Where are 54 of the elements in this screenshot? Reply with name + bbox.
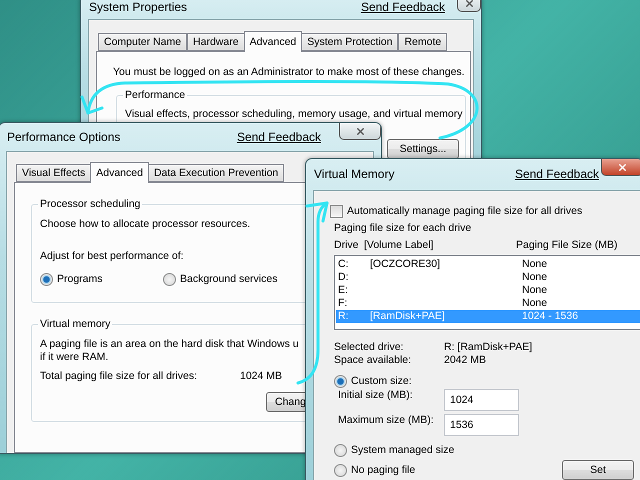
close-button[interactable]	[457, 0, 481, 12]
space-value: 2042 MB	[444, 354, 488, 367]
close-icon	[464, 0, 474, 8]
feedback-link[interactable]: Send Feedback	[360, 0, 445, 14]
list-row[interactable]: F: None	[336, 297, 640, 310]
group-legend: Processor scheduling	[38, 198, 142, 211]
prompt-text: Adjust for best performance of:	[40, 250, 184, 263]
set-button[interactable]: Set	[562, 460, 634, 480]
column-header: [Volume Label]	[364, 239, 434, 252]
description-text: Choose how to allocate processor resources.	[40, 218, 250, 231]
tab[interactable]: Computer Name	[98, 33, 188, 51]
group-legend: Paging file size for each drive	[334, 222, 472, 235]
total-value: 1024 MB	[240, 370, 282, 383]
field-label: Selected drive:	[334, 341, 404, 354]
column-header: Drive	[334, 239, 360, 252]
window-title: Virtual Memory	[314, 168, 396, 181]
input-field[interactable]: 1024	[444, 389, 519, 411]
close-icon	[354, 126, 366, 136]
close-button[interactable]	[339, 123, 381, 140]
list-row[interactable]: E: None	[336, 284, 640, 297]
field-label: Maximum size (MB):	[338, 414, 435, 427]
total-label: Total paging file size for all drives:	[40, 370, 198, 383]
tab[interactable]: Data Execution Prevention	[148, 164, 284, 182]
feedback-link[interactable]: Send Feedback	[514, 168, 599, 181]
tab[interactable]: Advanced	[90, 162, 149, 183]
description-text: A paging file is an area on the hard disk that Windows u	[40, 338, 299, 351]
close-button[interactable]	[601, 159, 640, 176]
field-label: Initial size (MB):	[338, 389, 414, 402]
list-row[interactable]: D: None	[336, 271, 640, 284]
group-legend: Virtual memory	[38, 318, 112, 331]
radio-button[interactable]: No paging file	[334, 464, 416, 476]
radio-button[interactable]: Background services	[163, 273, 278, 286]
input-field[interactable]: 1536	[444, 414, 519, 436]
radio-button[interactable]: Programs	[40, 273, 103, 286]
notice-text: You must be logged on as an Administrator to make most of these changes.	[113, 66, 465, 79]
list-row[interactable]: C: [OCZCORE30] None	[336, 258, 640, 271]
window-title: Performance Options	[7, 130, 122, 144]
tab[interactable]: Hardware	[187, 33, 245, 51]
tab[interactable]: Remote	[398, 33, 448, 51]
radio-button[interactable]: System managed size	[334, 444, 454, 457]
feedback-link[interactable]: Send Feedback	[236, 130, 321, 144]
column-header: Paging File Size (MB)	[516, 239, 619, 252]
description-text: Visual effects, processor scheduling, memory usage, and virtual memory	[125, 108, 463, 121]
tab[interactable]: Visual Effects	[16, 164, 92, 182]
radio-button[interactable]: Custom size:	[334, 375, 412, 388]
selected-drive-value: R: [RamDisk+PAE]	[444, 341, 534, 354]
checkbox[interactable]: Automatically manage paging file size for all drives	[330, 205, 640, 218]
tab[interactable]: System Protection	[301, 33, 398, 51]
field-label: Space available:	[334, 354, 412, 367]
tab[interactable]: Advanced	[244, 31, 302, 52]
settings-button[interactable]: Settings...	[387, 139, 459, 159]
description-text: if it were RAM.	[40, 351, 108, 364]
close-icon	[616, 162, 628, 172]
window-title: System Properties	[89, 0, 188, 14]
